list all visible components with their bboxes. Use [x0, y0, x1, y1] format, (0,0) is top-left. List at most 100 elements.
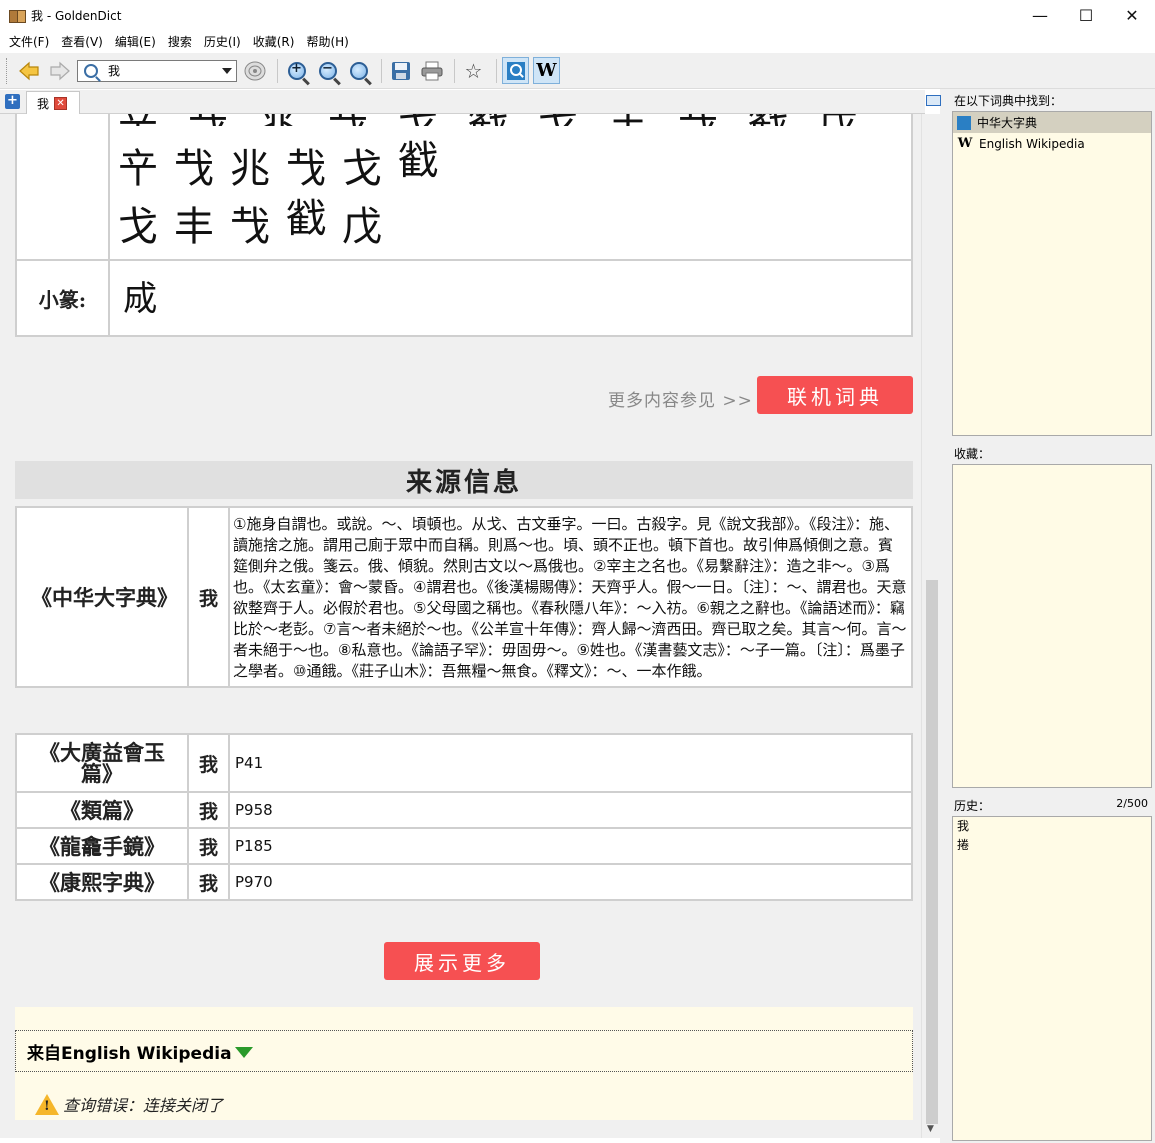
table-row: 《大廣益會玉篇》 我 P41 — [15, 733, 913, 793]
print-button[interactable] — [418, 57, 445, 84]
char-cell: 我 — [187, 863, 230, 901]
book-icon — [9, 9, 26, 23]
chevron-down-icon[interactable] — [222, 67, 232, 74]
dock-float-icon[interactable] — [926, 95, 941, 106]
new-tab-button[interactable]: + — [5, 94, 20, 109]
scrollbar-thumb[interactable] — [926, 580, 938, 1124]
close-tab-icon[interactable]: ✕ — [54, 96, 68, 110]
char-cell: 我 — [187, 791, 230, 829]
scroll-down-icon[interactable]: ▼ — [927, 1124, 934, 1134]
wikipedia-header-label: 来自English Wikipedia — [27, 1043, 232, 1064]
favorites-title: 收藏： — [954, 447, 991, 461]
oracle-glyphs-top-row: 䇂𢦏兆𢦏戈𢧵戈丰𢦏𢧵戊 — [118, 114, 898, 126]
tab-wo[interactable]: 我 ✕ — [26, 91, 80, 114]
zoom-out-button[interactable]: − — [314, 57, 341, 84]
oracle-glyph: 𢦏 — [230, 204, 270, 250]
found-in-list: 中华大字典 W English Wikipedia — [952, 111, 1152, 436]
book-title: 《中华大字典》 — [31, 584, 178, 610]
wikipedia-icon: W — [957, 136, 973, 151]
window-title: 我 - GoldenDict — [31, 9, 122, 23]
book-title-cell: 《中华大字典》 — [15, 506, 189, 688]
book-title-cell: 《康熙字典》 — [15, 863, 189, 901]
oracle-glyph: 𢧵 — [398, 138, 438, 184]
oracle-glyph: 䇂 — [118, 146, 158, 192]
page-cell: P970 — [228, 863, 913, 901]
collapse-triangle-icon[interactable] — [234, 1046, 253, 1058]
article-scrollbar[interactable]: ▼ — [921, 114, 940, 1138]
history-count: 2/500 — [1116, 797, 1148, 810]
dict-wikipedia-button[interactable]: W — [533, 57, 560, 84]
xiaozhuan-table: 小篆: 𢦓 — [15, 259, 913, 337]
reference-pages-table: 《大廣益會玉篇》 我 P41 《類篇》 我 P958 《龍龕手鏡》 我 P185… — [15, 733, 913, 901]
history-item[interactable]: 捲 — [953, 836, 1151, 855]
toolbar-separator — [381, 58, 382, 83]
menu-view[interactable]: 查看(V) — [55, 31, 109, 53]
floppy-icon — [391, 61, 410, 80]
table-row: 《類篇》 我 P958 — [15, 791, 913, 829]
right-dock: 在以下词典中找到： 中华大字典 W English Wikipedia 收藏： … — [926, 89, 1155, 1143]
toolbar-separator — [277, 58, 278, 83]
menu-favorites[interactable]: 收藏(R) — [247, 31, 301, 53]
dict-zhonghua-button[interactable] — [502, 57, 529, 84]
save-button[interactable] — [387, 57, 414, 84]
back-button[interactable] — [15, 57, 42, 84]
history-item[interactable]: 我 — [953, 817, 1151, 836]
tab-label: 我 — [37, 96, 50, 111]
found-in-title: 在以下词典中找到： — [954, 94, 1063, 108]
menu-file[interactable]: 文件(F) — [3, 31, 55, 53]
wikipedia-section: 来自English Wikipedia ! 查询错误：连接关闭了 — [15, 1007, 913, 1120]
search-icon — [84, 63, 98, 78]
dictionary-icon — [506, 61, 525, 80]
history-list: 我 捲 — [952, 816, 1152, 1141]
oracle-glyph: 戈 — [342, 146, 382, 192]
close-window-button[interactable]: ✕ — [1109, 0, 1155, 31]
oracle-glyph: 戈 — [118, 204, 158, 250]
minimize-button[interactable]: — — [1017, 0, 1063, 31]
menu-history[interactable]: 历史(I) — [198, 31, 247, 53]
toolbar: + − ☆ W — [0, 53, 1155, 89]
add-favorite-button[interactable]: ☆ — [460, 57, 487, 84]
search-combobox[interactable] — [77, 59, 237, 82]
oracle-glyph: 𢦏 — [286, 146, 326, 192]
wikipedia-header[interactable]: 来自English Wikipedia — [15, 1030, 913, 1072]
glyph-label-cell — [108, 114, 110, 259]
page-cell: P185 — [228, 827, 913, 865]
cell-divider — [108, 261, 110, 335]
menu-edit[interactable]: 编辑(E) — [109, 31, 162, 53]
history-title: 历史： — [954, 799, 991, 813]
query-error: ! 查询错误：连接关闭了 — [35, 1092, 223, 1116]
found-item-zhonghua[interactable]: 中华大字典 — [953, 112, 1151, 133]
char-cell: 我 — [187, 827, 230, 865]
forward-button[interactable] — [46, 57, 73, 84]
arrow-right-icon — [49, 61, 70, 80]
arrow-left-icon — [18, 61, 39, 80]
oracle-glyph: 𢧵 — [286, 196, 326, 242]
page-cell: P958 — [228, 791, 913, 829]
printer-icon — [421, 61, 442, 80]
search-input[interactable] — [108, 63, 218, 78]
page-cell: P41 — [228, 733, 913, 793]
zoom-reset-icon — [349, 61, 368, 80]
found-item-wikipedia[interactable]: W English Wikipedia — [953, 133, 1151, 154]
definition-text: ①施身自謂也。或說。～、頃頓也。从戈、古文垂字。一曰。古殺字。見《說文我部》。《… — [228, 506, 913, 688]
menu-help[interactable]: 帮助(H) — [300, 31, 354, 53]
pronounce-button[interactable] — [241, 57, 268, 84]
oracle-glyph: 戊 — [342, 204, 382, 250]
online-dictionary-button[interactable]: 联机词典 — [757, 376, 913, 414]
show-more-button[interactable]: 展示更多 — [384, 942, 540, 980]
book-title-cell: 《類篇》 — [15, 791, 189, 829]
table-row: 《中华大字典》 我 ①施身自謂也。或說。～、頃頓也。从戈、古文垂字。一曰。古殺字… — [15, 506, 913, 688]
maximize-button[interactable]: ☐ — [1063, 0, 1109, 31]
favorites-list[interactable] — [952, 464, 1152, 788]
oracle-glyph: 丰 — [174, 204, 214, 250]
zoom-in-button[interactable]: + — [283, 57, 310, 84]
menu-search[interactable]: 搜索 — [162, 31, 198, 53]
oracle-glyph: 兆 — [230, 146, 270, 192]
xiaozhuan-label: 小篆: — [38, 287, 87, 312]
warning-icon: ! — [35, 1093, 59, 1115]
xiaozhuan-glyph: 𢦓 — [123, 279, 157, 319]
toolbar-separator — [496, 58, 497, 83]
zoom-reset-button[interactable] — [345, 57, 372, 84]
oracle-glyph: 𢦏 — [174, 146, 214, 192]
toolbar-grip[interactable] — [6, 57, 9, 84]
